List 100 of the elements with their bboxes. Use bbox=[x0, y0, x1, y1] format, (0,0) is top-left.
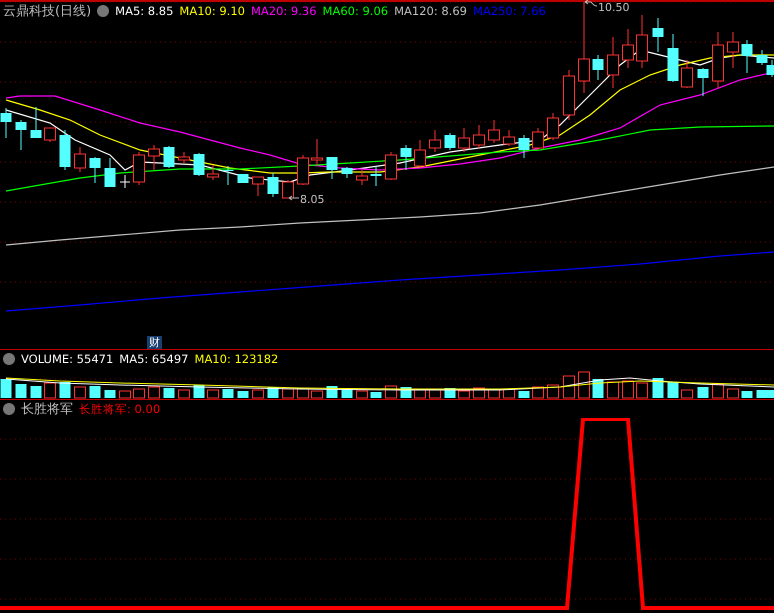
volume-bar bbox=[222, 389, 234, 398]
candlestick bbox=[178, 152, 190, 164]
volume-bar bbox=[164, 388, 174, 398]
chart-title: 云鼎科技(日线) bbox=[3, 3, 92, 20]
volume-bar bbox=[74, 386, 86, 398]
volume-bar bbox=[742, 391, 752, 398]
candlestick bbox=[120, 174, 130, 188]
volume-bar bbox=[90, 386, 100, 398]
candlestick bbox=[473, 124, 485, 148]
candlestick bbox=[547, 112, 559, 140]
legend-value: MA5: 8.85 bbox=[115, 4, 174, 18]
volume-bar bbox=[668, 382, 678, 398]
legend-value: MA20: 9.36 bbox=[250, 4, 317, 18]
candlestick bbox=[727, 32, 739, 68]
volume-bar bbox=[578, 372, 590, 398]
candlestick bbox=[563, 70, 575, 120]
volume-bar bbox=[16, 384, 26, 398]
volume-bar bbox=[119, 390, 131, 398]
legend-value: VOLUME: 55471 bbox=[21, 352, 114, 366]
volume-bar bbox=[727, 388, 739, 398]
volume-bar bbox=[104, 390, 116, 398]
volume-bar bbox=[44, 382, 56, 398]
candlestick bbox=[16, 120, 26, 150]
candlestick bbox=[668, 34, 678, 82]
candlestick bbox=[698, 68, 708, 96]
volume-bar bbox=[636, 382, 648, 398]
candlestick bbox=[297, 154, 309, 186]
volume-bar bbox=[547, 384, 559, 398]
candlestick bbox=[518, 134, 530, 158]
candlestick bbox=[370, 166, 382, 186]
volume-bar bbox=[622, 380, 634, 398]
candlestick bbox=[0, 108, 12, 138]
volume-bar bbox=[652, 378, 664, 398]
volume-bar bbox=[458, 390, 470, 398]
candlestick bbox=[60, 130, 70, 170]
volume-bar bbox=[60, 382, 70, 398]
candlestick bbox=[133, 152, 145, 186]
candlestick bbox=[414, 140, 426, 168]
candlestick bbox=[652, 18, 664, 52]
candlestick bbox=[532, 128, 544, 150]
low-price-label: 8.05 bbox=[300, 193, 324, 206]
candlestick bbox=[742, 40, 752, 74]
volume-bar bbox=[414, 390, 426, 398]
candlestick bbox=[30, 106, 42, 138]
candlestick bbox=[90, 156, 100, 184]
legend-value: MA10: 123182 bbox=[194, 352, 278, 366]
volume-bar bbox=[178, 390, 190, 398]
candlestick bbox=[104, 158, 116, 188]
candlestick bbox=[342, 166, 352, 178]
candlestick bbox=[222, 166, 234, 186]
volume-bar bbox=[712, 384, 724, 398]
volume-bar bbox=[518, 391, 530, 398]
volume-bar bbox=[30, 386, 42, 398]
candlestick bbox=[326, 156, 338, 180]
leader-line bbox=[288, 196, 300, 200]
volume-bar bbox=[311, 390, 323, 398]
candlestick bbox=[74, 146, 86, 172]
legend-value: MA120: 8.69 bbox=[394, 4, 467, 18]
candlestick bbox=[44, 128, 56, 142]
legend-value: MA5: 65497 bbox=[119, 352, 189, 366]
volume-bar bbox=[563, 376, 575, 398]
candlestick bbox=[164, 146, 174, 168]
volume-bar bbox=[238, 391, 248, 398]
candlestick bbox=[503, 130, 515, 146]
volume-bar bbox=[207, 390, 219, 398]
candlestick bbox=[458, 128, 470, 152]
candlestick bbox=[311, 138, 323, 166]
volume-bar bbox=[681, 390, 693, 398]
volume-bar bbox=[252, 390, 264, 398]
candlestick bbox=[252, 176, 264, 196]
legend-value: MA250: 7.66 bbox=[472, 4, 546, 18]
candlestick bbox=[400, 144, 412, 170]
leader-line bbox=[584, 0, 598, 6]
legend-value: MA10: 9.10 bbox=[179, 4, 245, 18]
candlestick bbox=[429, 130, 441, 152]
candlestick bbox=[194, 152, 204, 176]
candlestick bbox=[488, 120, 500, 144]
candlestick bbox=[148, 144, 160, 170]
candlestick bbox=[592, 54, 604, 80]
candlestick bbox=[268, 172, 278, 198]
volume-bar bbox=[607, 382, 619, 398]
legend-value: MA60: 9.06 bbox=[322, 4, 388, 18]
candlestick bbox=[712, 32, 724, 88]
volume-bar bbox=[698, 387, 708, 398]
finance-badge[interactable]: 财 bbox=[147, 336, 162, 349]
indicator-title: 长胜将军 bbox=[21, 401, 73, 418]
high-price-label: 10.50 bbox=[598, 1, 630, 14]
candlestick bbox=[207, 164, 219, 180]
candlestick bbox=[282, 180, 294, 198]
volume-bar bbox=[148, 386, 160, 398]
candlestick bbox=[607, 36, 619, 88]
candlestick bbox=[385, 152, 397, 180]
candlestick bbox=[444, 132, 456, 150]
legend-value: 长胜将军: 0.00 bbox=[79, 402, 160, 416]
volume-bar bbox=[342, 390, 352, 398]
volume-bar bbox=[370, 392, 382, 398]
candlestick bbox=[636, 14, 648, 68]
candlestick bbox=[356, 170, 368, 186]
volume-bar bbox=[488, 390, 500, 398]
candlestick bbox=[622, 28, 634, 68]
